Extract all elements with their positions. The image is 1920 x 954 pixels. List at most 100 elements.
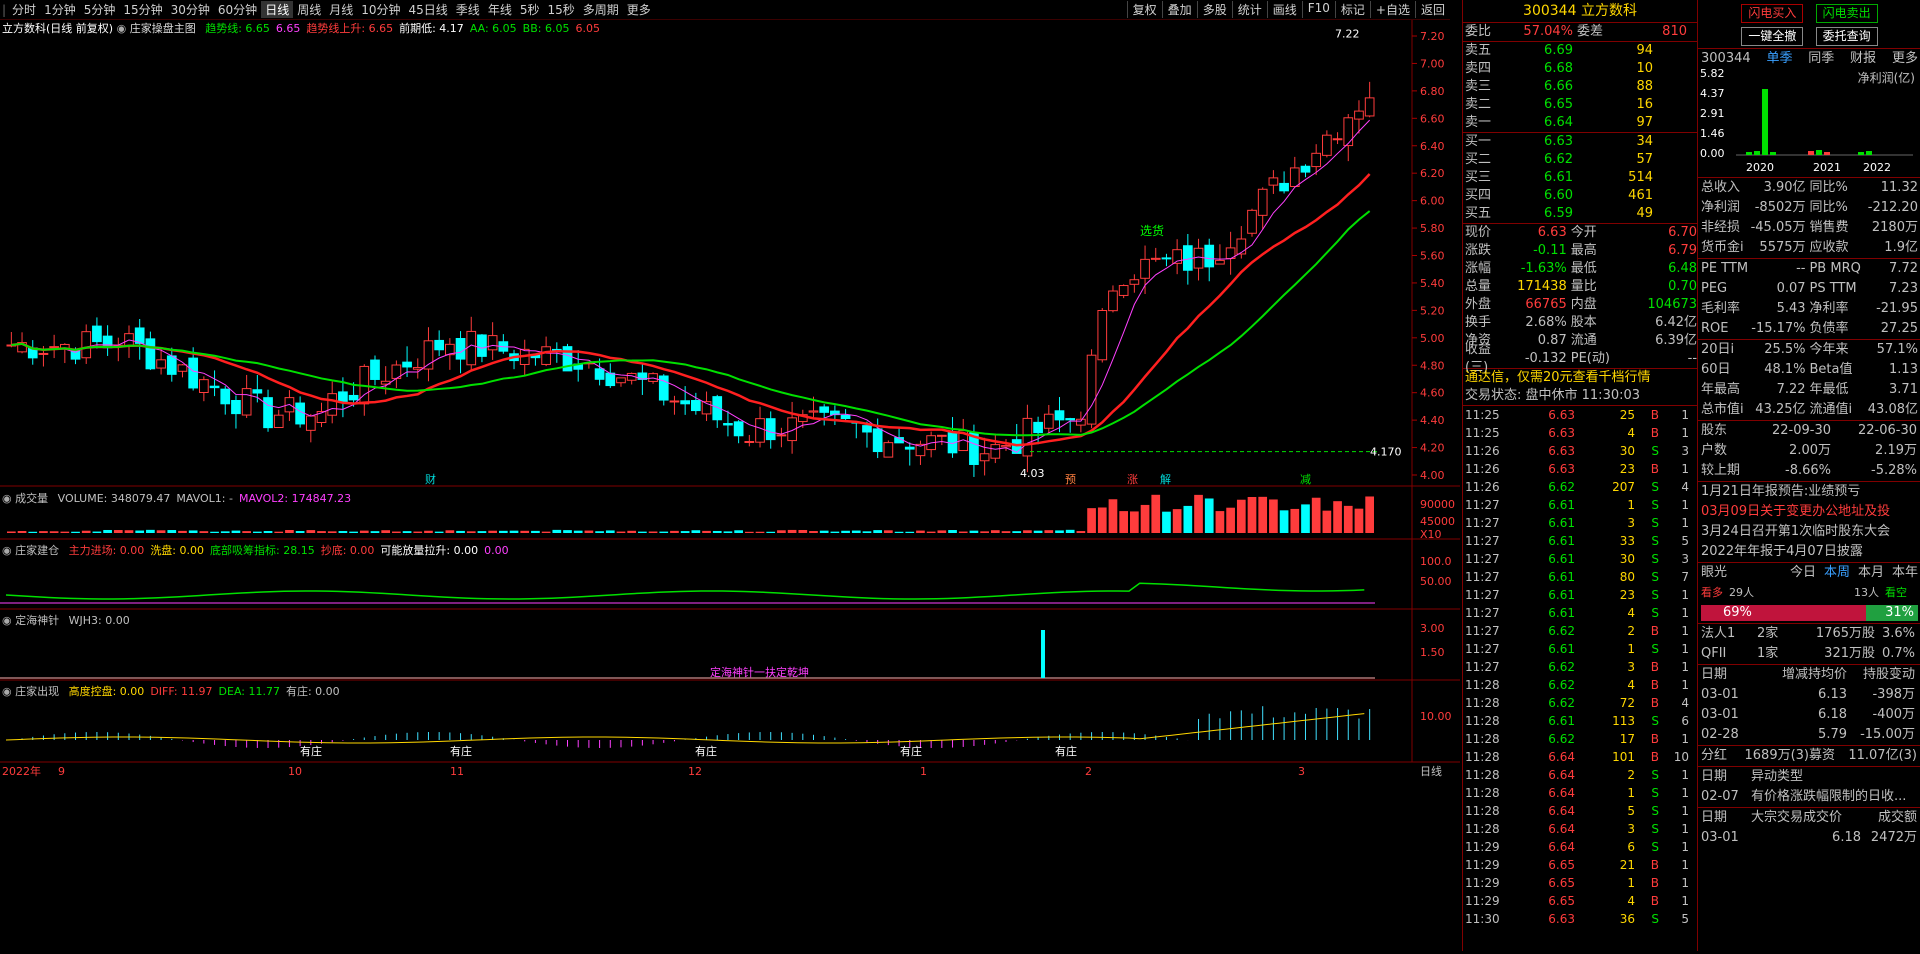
period-tab[interactable]: 5秒 bbox=[516, 1, 544, 18]
candle bbox=[776, 427, 787, 448]
yanguang-count: 看多 bbox=[1701, 586, 1723, 599]
toolbar-button[interactable]: 标记 bbox=[1334, 1, 1370, 18]
toolbar-button[interactable]: +自选 bbox=[1369, 1, 1415, 18]
period-tab[interactable]: 周线 bbox=[293, 1, 325, 18]
kline-chart-area[interactable]: 7.20 7.00 6.80 6.60 6.40 6.20 6.00 5.80 5.60 5.40… bbox=[0, 20, 1460, 951]
book-row[interactable]: 卖一 6.64 97 bbox=[1463, 114, 1697, 132]
volume-bar bbox=[755, 531, 765, 533]
toolbar-button[interactable]: 返回 bbox=[1414, 1, 1450, 18]
toolbar-button[interactable]: F10 bbox=[1301, 1, 1335, 18]
yanguang-tab[interactable]: 本周 bbox=[1824, 563, 1850, 583]
period-tab[interactable]: 月线 bbox=[325, 1, 357, 18]
jiancang-panel-icon[interactable]: ◉ bbox=[2, 544, 15, 557]
book-price: 6.63 bbox=[1544, 134, 1573, 149]
period-tab[interactable]: 1分钟 bbox=[40, 1, 80, 18]
book-row[interactable]: 卖二 6.65 16 bbox=[1463, 96, 1697, 114]
tick-cell: 3 bbox=[1627, 516, 1635, 530]
tick-list[interactable]: 11:25 6.63 25 B 1 11:25 6.63 4 B 1 11:26 6.63 30 S 3 11… bbox=[1463, 405, 1697, 928]
tick-cell: 1 bbox=[1681, 660, 1689, 674]
period-tab[interactable]: 30分钟 bbox=[167, 1, 214, 18]
indicator-value: 趋势线上升: 6.65 bbox=[306, 22, 394, 35]
flash-sell-button[interactable]: 闪电卖出 bbox=[1815, 4, 1878, 23]
price-tick-label: 6.20 bbox=[1420, 167, 1445, 180]
dinghai-panel-title[interactable]: 定海神针 bbox=[15, 614, 59, 627]
tick-cell: 6.61 bbox=[1548, 570, 1575, 584]
period-tab[interactable]: 更多 bbox=[623, 1, 655, 18]
period-tab[interactable]: 60分钟 bbox=[214, 1, 261, 18]
finance-tab[interactable]: 更多 bbox=[1892, 49, 1918, 69]
cancel-all-button[interactable]: 一键全撤 bbox=[1741, 27, 1804, 46]
book-row[interactable]: 买三 6.61 514 bbox=[1463, 169, 1697, 187]
tick-cell: 10 bbox=[1673, 750, 1689, 764]
inst-head-cell: 增减持均价 bbox=[1781, 667, 1847, 682]
period-tab[interactable]: 10分钟 bbox=[357, 1, 404, 18]
promo-link[interactable]: 通达信，仅需20元查看千档行情 bbox=[1463, 368, 1697, 387]
stat-row: 换手 2.68% 股本 6.42亿 bbox=[1463, 314, 1697, 332]
jiancang-panel-title[interactable]: 庄家建仓 bbox=[15, 544, 59, 557]
book-row[interactable]: 买一 6.63 34 bbox=[1463, 133, 1697, 151]
toolbar-button[interactable]: 多股 bbox=[1196, 1, 1232, 18]
book-row[interactable]: 卖三 6.66 88 bbox=[1463, 78, 1697, 96]
chart-canvas[interactable]: 7.20 7.00 6.80 6.60 6.40 6.20 6.00 5.80 5.60 5.40… bbox=[0, 20, 1460, 951]
indicator-value: 趋势线: 6.65 bbox=[205, 22, 270, 35]
volume-bar bbox=[648, 531, 658, 533]
period-tab[interactable]: 季线 bbox=[452, 1, 484, 18]
yanguang-tab[interactable]: 今日 bbox=[1790, 563, 1816, 583]
finance-tab[interactable]: 同季 bbox=[1808, 49, 1834, 69]
period-tab[interactable]: 日线 bbox=[261, 1, 294, 18]
chuxian-panel-icon[interactable]: ◉ bbox=[2, 685, 15, 698]
finance-cell: 净利率 bbox=[1809, 301, 1849, 316]
chuxian-panel-title[interactable]: 庄家出现 bbox=[15, 685, 59, 698]
period-tab[interactable]: 45日线 bbox=[405, 1, 452, 18]
period-tab[interactable]: 15分钟 bbox=[119, 1, 166, 18]
yanguang-tab[interactable]: 本年 bbox=[1892, 563, 1918, 583]
volume-bar bbox=[595, 531, 604, 533]
volume-title-line: ◉ 成交量 VOLUME: 348079.47 MAVOL1: - MAVOL2: … bbox=[2, 490, 351, 506]
dinghai-panel-icon[interactable]: ◉ bbox=[2, 614, 15, 627]
tick-cell: 6.65 bbox=[1548, 858, 1575, 872]
toolbar-button[interactable]: 复权 bbox=[1126, 1, 1162, 18]
book-row[interactable]: 卖四 6.68 10 bbox=[1463, 60, 1697, 78]
tick-cell: S bbox=[1651, 588, 1659, 602]
book-volume: 16 bbox=[1636, 97, 1653, 112]
tick-cell: 11:28 bbox=[1465, 750, 1500, 764]
news-item[interactable]: 3月24日召开第1次临时股东大会 bbox=[1698, 522, 1920, 542]
book-row[interactable]: 买四 6.60 461 bbox=[1463, 187, 1697, 205]
period-tab[interactable]: 5分钟 bbox=[80, 1, 120, 18]
indicator-dropdown-icon[interactable]: ◉ bbox=[117, 22, 130, 35]
anomaly-row[interactable]: 02-07 有价格涨跌幅限制的日收... bbox=[1698, 787, 1920, 807]
news-item[interactable]: 2022年年报于4月07日披露 bbox=[1698, 542, 1920, 562]
volume-panel-icon[interactable]: ◉ bbox=[2, 492, 15, 505]
book-row[interactable]: 买五 6.59 49 bbox=[1463, 205, 1697, 223]
holders-table: 股东 22-09-30 22-06-30 户数 2.00万 2.19万 较上期 -8.66% -… bbox=[1698, 420, 1920, 481]
stat-row: 涨跌 -0.11 最高 6.79 bbox=[1463, 242, 1697, 260]
period-tab[interactable]: 多周期 bbox=[579, 1, 623, 18]
main-indicator-name[interactable]: 庄家操盘主图 bbox=[130, 22, 196, 35]
candle bbox=[787, 401, 797, 454]
book-row[interactable]: 买二 6.62 57 bbox=[1463, 151, 1697, 169]
tick-cell: 6.61 bbox=[1548, 642, 1575, 656]
flash-buy-button[interactable]: 闪电买入 bbox=[1741, 4, 1804, 23]
toolbar-button[interactable]: 叠加 bbox=[1161, 1, 1197, 18]
news-item[interactable]: 03月09日关于变更办公地址及投 bbox=[1698, 502, 1920, 522]
volume-bar bbox=[798, 529, 808, 533]
entrust-query-button[interactable]: 委托查询 bbox=[1815, 27, 1878, 46]
toolbar-button[interactable]: 画线 bbox=[1266, 1, 1302, 18]
stat-value: 66765 bbox=[1525, 297, 1567, 312]
finance-tab[interactable]: 300344 bbox=[1701, 49, 1751, 69]
news-item[interactable]: 1月21日年报预告:业绩预亏 bbox=[1698, 482, 1920, 502]
tick-cell: 11:28 bbox=[1465, 804, 1500, 818]
tick-cell: S bbox=[1651, 516, 1659, 530]
book-row[interactable]: 卖五 6.69 94 bbox=[1463, 42, 1697, 60]
period-tab[interactable]: 15秒 bbox=[543, 1, 578, 18]
inst-change-row: 03-01 6.13 -398万 bbox=[1698, 685, 1920, 705]
toolbar-button[interactable]: 统计 bbox=[1231, 1, 1267, 18]
period-tab[interactable]: 分时 bbox=[8, 1, 40, 18]
candle bbox=[1236, 226, 1247, 259]
finance-tab[interactable]: 单季 bbox=[1766, 49, 1792, 69]
volume-panel-title[interactable]: 成交量 bbox=[15, 492, 48, 505]
book-price: 6.59 bbox=[1544, 206, 1573, 221]
finance-tab[interactable]: 财报 bbox=[1850, 49, 1876, 69]
yanguang-tab[interactable]: 本月 bbox=[1858, 563, 1884, 583]
period-tab[interactable]: 年线 bbox=[484, 1, 516, 18]
